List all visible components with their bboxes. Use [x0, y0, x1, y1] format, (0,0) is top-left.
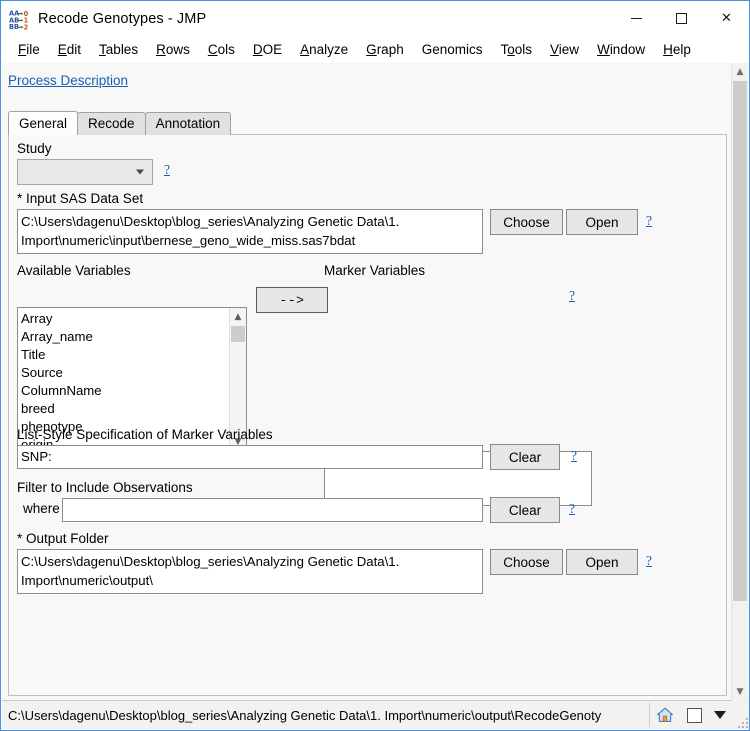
scroll-up-icon[interactable]: ▲ — [230, 308, 246, 325]
menu-item-file[interactable]: FFileile — [9, 39, 49, 60]
output-folder-field[interactable]: C:\Users\dagenu\Desktop\blog_series\Anal… — [17, 549, 483, 594]
input-choose-button[interactable]: Choose — [490, 209, 563, 235]
study-label: Study — [17, 141, 52, 156]
genotype-recode-icon: AA 0 AB 1 BB 2 — [9, 8, 31, 30]
input-data-set-help-link[interactable]: ? — [646, 213, 652, 229]
filter-where-label: where — [23, 501, 60, 516]
list-item[interactable]: Source — [21, 364, 229, 382]
filter-help-link[interactable]: ? — [569, 501, 575, 517]
menu-item-help[interactable]: Help — [654, 39, 700, 60]
resize-grip[interactable] — [732, 701, 750, 730]
output-folder-help-link[interactable]: ? — [646, 553, 652, 569]
list-style-spec-field[interactable]: SNP: — [17, 445, 483, 469]
menu-item-edit[interactable]: Edit — [49, 39, 90, 60]
maximize-icon — [676, 13, 687, 24]
list-style-spec-clear-button[interactable]: Clear — [490, 444, 560, 470]
tab-annotation[interactable]: Annotation — [145, 112, 232, 135]
general-tab-panel: Study ? * Input SAS Data Set C:\Users\da… — [8, 134, 727, 696]
status-square-button[interactable] — [680, 701, 708, 730]
status-dropdown-button[interactable] — [708, 701, 732, 730]
scroll-up-icon[interactable]: ▲ — [732, 63, 748, 81]
process-description-row: Process Description — [2, 63, 733, 91]
menu-item-rows[interactable]: Rows — [147, 39, 199, 60]
input-open-button[interactable]: Open — [566, 209, 638, 235]
tab-recode[interactable]: Recode — [77, 112, 146, 135]
list-item[interactable]: breed — [21, 400, 229, 418]
resize-grip-icon — [736, 716, 748, 728]
output-open-button[interactable]: Open — [566, 549, 638, 575]
home-icon — [656, 706, 674, 724]
scroll-down-icon[interactable]: ▼ — [732, 683, 748, 701]
close-button[interactable]: ✕ — [704, 1, 749, 36]
maximize-button[interactable] — [659, 1, 704, 36]
tab-general[interactable]: General — [8, 111, 78, 135]
chevron-down-icon — [136, 170, 144, 175]
menu-item-genomics[interactable]: Genomics — [413, 39, 492, 60]
filter-clear-button[interactable]: Clear — [490, 497, 560, 523]
list-style-spec-label: List-Style Specification of Marker Varia… — [17, 427, 273, 442]
menu-item-tools[interactable]: Tools — [492, 39, 542, 60]
move-to-marker-variables-button[interactable]: --> — [256, 287, 328, 313]
dialog-content: Process Description General Recode Annot… — [2, 63, 733, 701]
output-folder-label: * Output Folder — [17, 531, 109, 546]
window-controls: ✕ — [614, 1, 749, 36]
study-select[interactable] — [17, 159, 153, 185]
menu-item-tables[interactable]: Tables — [90, 39, 147, 60]
list-item[interactable]: Array_name — [21, 328, 229, 346]
dialog-scrollbar[interactable]: ▲ ▼ — [731, 63, 748, 701]
chevron-down-icon — [714, 711, 726, 719]
menu-item-view[interactable]: View — [541, 39, 588, 60]
status-path-text: C:\Users\dagenu\Desktop\blog_series\Anal… — [2, 708, 649, 723]
menu-item-doe[interactable]: DOE — [244, 39, 291, 60]
menu-bar: FFileile Edit Tables Rows Cols DOE Analy… — [1, 36, 749, 63]
close-icon: ✕ — [721, 12, 732, 25]
status-bar: C:\Users\dagenu\Desktop\blog_series\Anal… — [2, 700, 750, 729]
filter-where-field[interactable] — [62, 498, 483, 522]
square-icon — [687, 708, 702, 723]
process-description-link[interactable]: Process Description — [8, 73, 128, 88]
minimize-icon — [631, 18, 642, 19]
input-data-set-field[interactable]: C:\Users\dagenu\Desktop\blog_series\Anal… — [17, 209, 483, 254]
minimize-button[interactable] — [614, 1, 659, 36]
list-item[interactable]: Array — [21, 310, 229, 328]
menu-item-graph[interactable]: Graph — [357, 39, 413, 60]
svg-text:2: 2 — [24, 23, 29, 30]
available-variables-label: Available Variables — [17, 263, 131, 278]
tab-strip: General Recode Annotation — [8, 111, 230, 135]
marker-variables-help-link[interactable]: ? — [569, 288, 575, 304]
window-title: Recode Genotypes - JMP — [38, 11, 206, 27]
study-help-link[interactable]: ? — [164, 162, 170, 178]
home-button[interactable] — [650, 701, 680, 730]
scrollbar-thumb[interactable] — [733, 81, 747, 601]
list-style-spec-help-link[interactable]: ? — [571, 448, 577, 464]
svg-text:BB: BB — [9, 23, 19, 30]
application-window: AA 0 AB 1 BB 2 Recode Genotypes - JMP — [0, 0, 750, 731]
list-item[interactable]: Title — [21, 346, 229, 364]
menu-item-cols[interactable]: Cols — [199, 39, 244, 60]
filter-label: Filter to Include Observations — [17, 480, 193, 495]
menu-item-analyze[interactable]: Analyze — [291, 39, 357, 60]
marker-variables-label: Marker Variables — [324, 263, 425, 278]
title-bar: AA 0 AB 1 BB 2 Recode Genotypes - JMP — [1, 1, 749, 36]
list-item[interactable]: ColumnName — [21, 382, 229, 400]
client-area: Process Description General Recode Annot… — [2, 63, 750, 701]
scrollbar-thumb[interactable] — [231, 326, 245, 342]
input-data-set-label: * Input SAS Data Set — [17, 191, 143, 206]
output-choose-button[interactable]: Choose — [490, 549, 563, 575]
menu-item-window[interactable]: Window — [588, 39, 654, 60]
